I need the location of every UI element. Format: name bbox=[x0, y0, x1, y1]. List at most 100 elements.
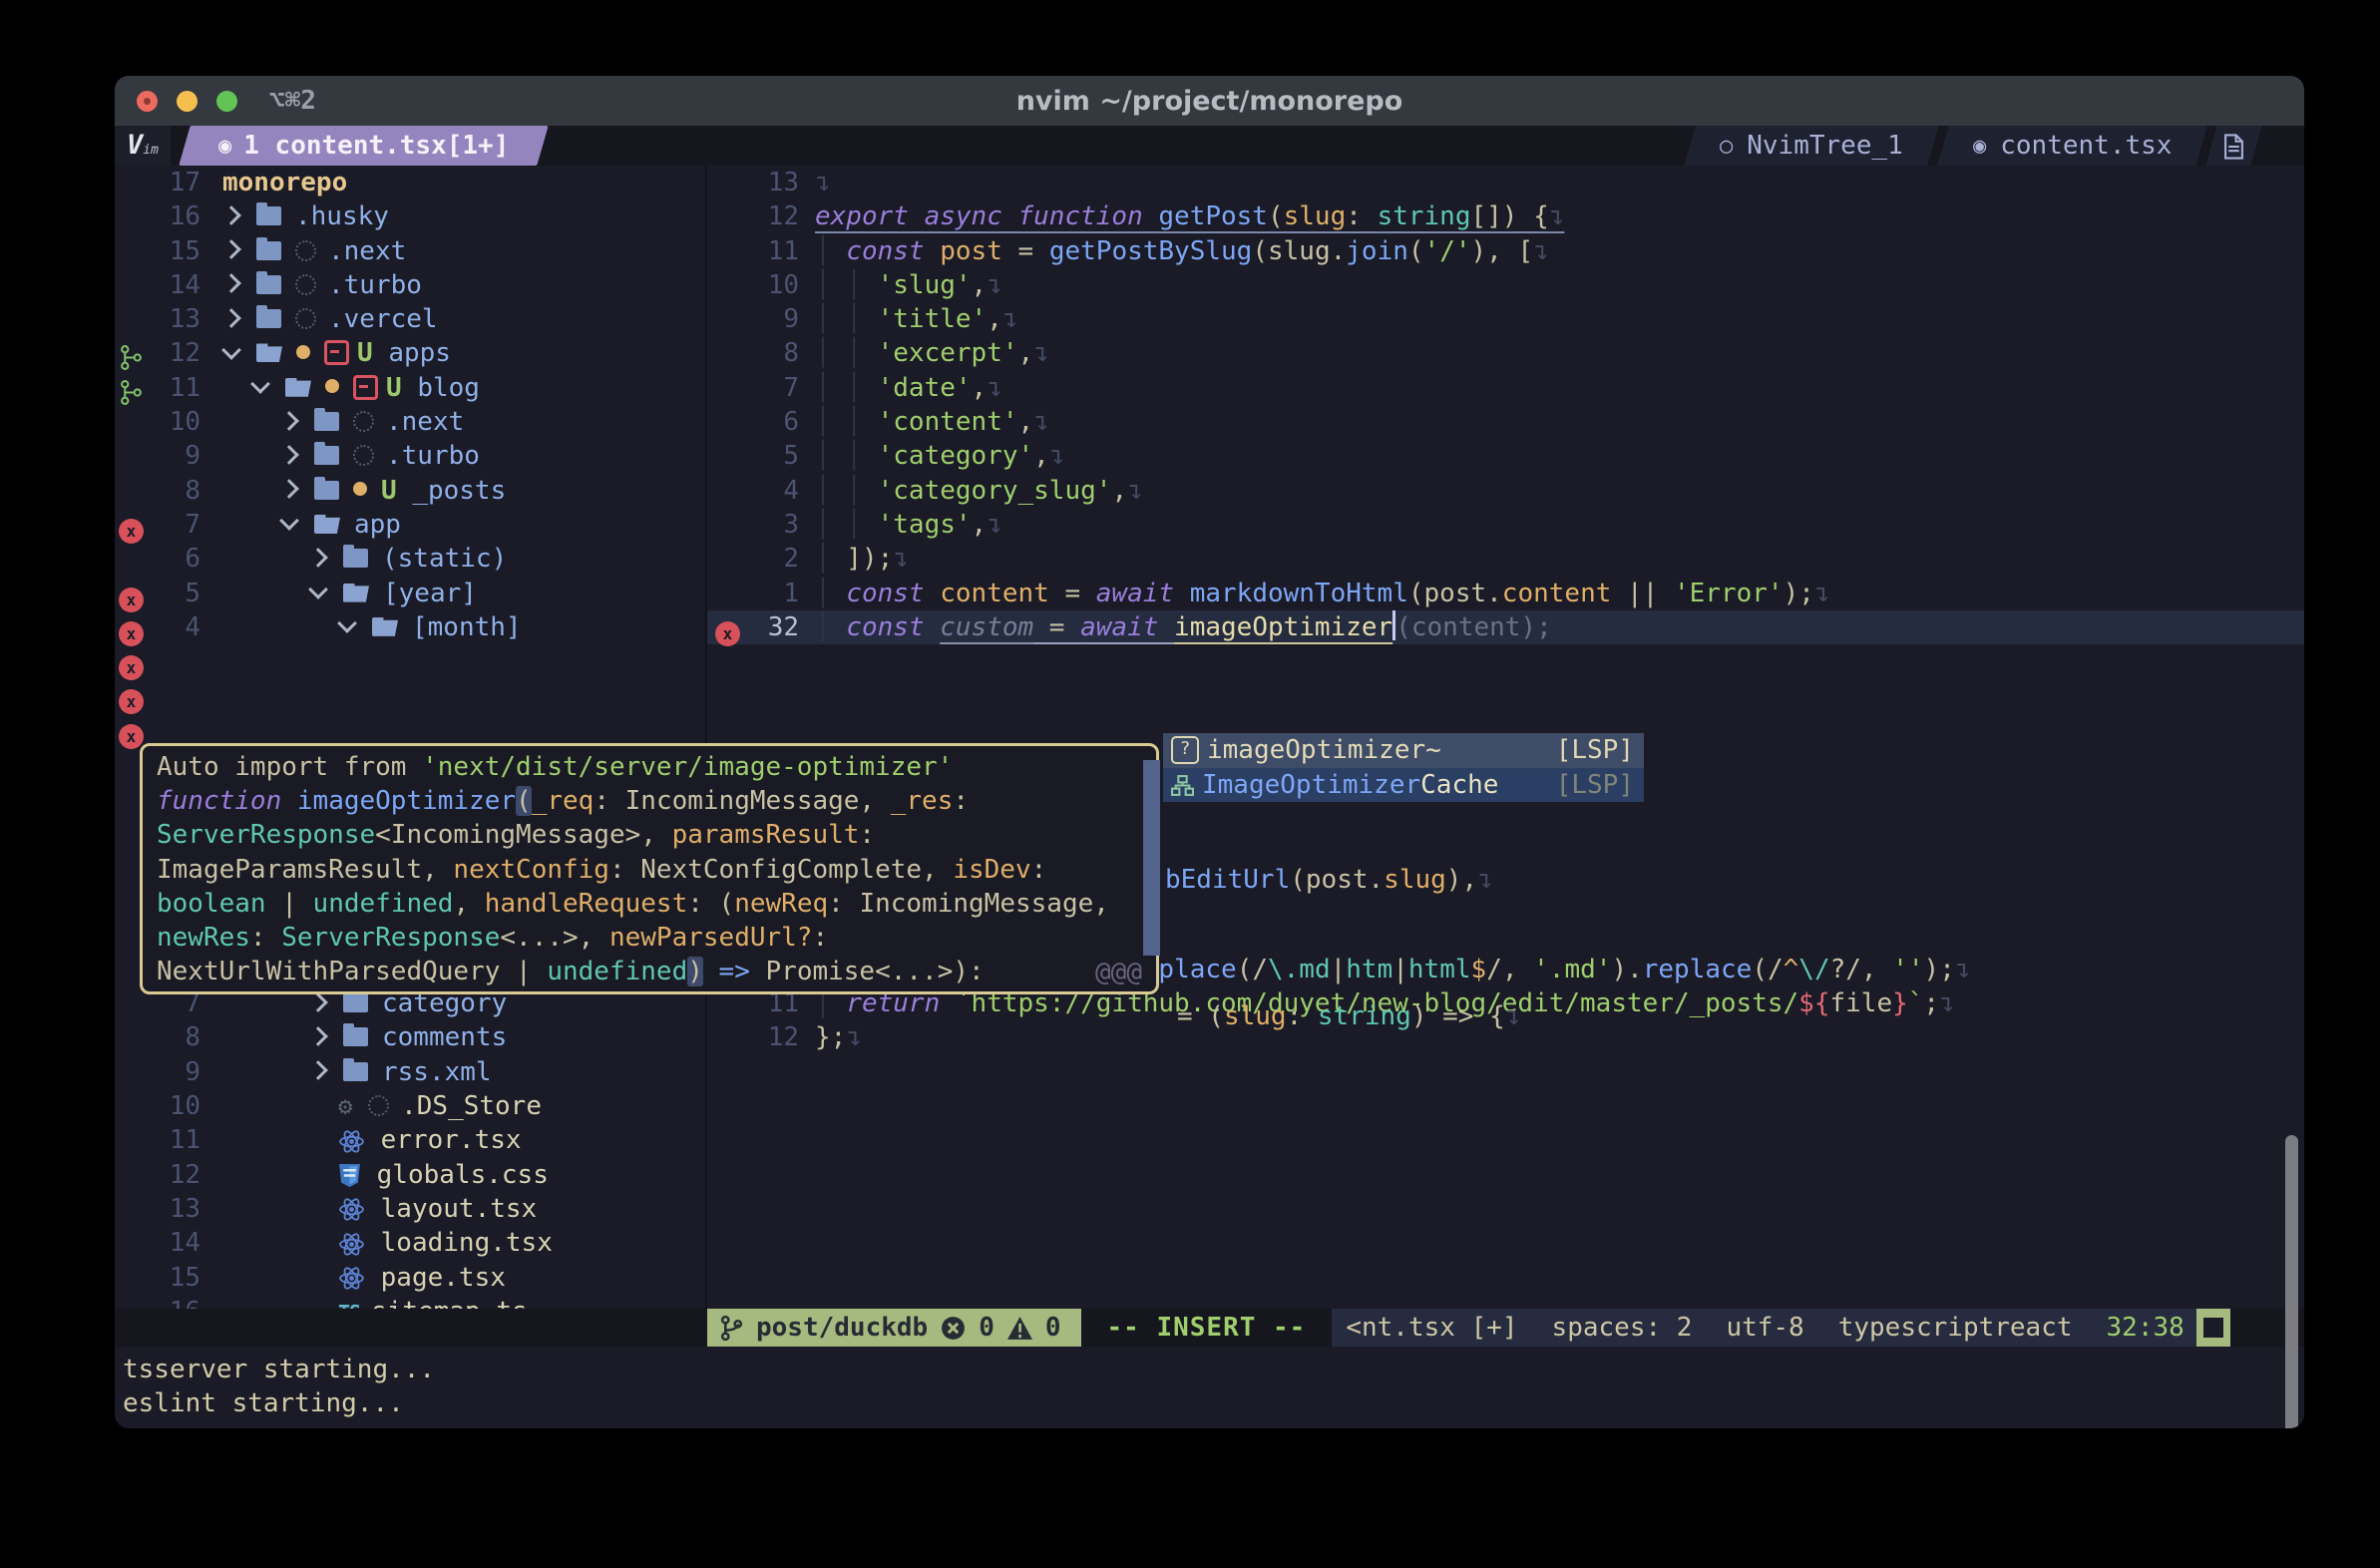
lsp-message: tsserver starting... bbox=[123, 1353, 435, 1386]
tree-row[interactable]: x7app bbox=[115, 508, 705, 542]
code-line[interactable]: 9│ │ 'title',↴ bbox=[707, 302, 2304, 336]
token: post bbox=[1424, 579, 1487, 608]
class-kind-icon bbox=[1171, 770, 1194, 800]
token: 'tags' bbox=[878, 510, 972, 540]
gitbox-icon bbox=[324, 340, 349, 365]
token: string bbox=[1378, 201, 1471, 231]
token: ?/, bbox=[1830, 955, 1893, 984]
code-line[interactable]: 2│ ]);↴ bbox=[707, 542, 2304, 576]
token: ; bbox=[1923, 988, 1939, 1018]
vim-logo-icon: Vim bbox=[115, 126, 171, 166]
tree-row[interactable]: 12U apps bbox=[115, 336, 705, 370]
tree-row[interactable]: 10⚙ .DS_Store bbox=[115, 1089, 705, 1123]
tree-row[interactable]: 13.vercel bbox=[115, 302, 705, 336]
tree-row: x bbox=[115, 644, 705, 678]
line-number: 8 bbox=[707, 336, 799, 370]
tree-row[interactable]: 8comments bbox=[115, 1020, 705, 1054]
code-line[interactable]: 8│ │ 'excerpt',↴ bbox=[707, 336, 2304, 370]
code-line[interactable]: 3│ │ 'tags',↴ bbox=[707, 508, 2304, 542]
token: .next bbox=[328, 236, 406, 266]
tree-row[interactable]: x5[year] bbox=[115, 577, 705, 610]
tree-row[interactable]: 15 page.tsx bbox=[115, 1261, 705, 1295]
token: 'title' bbox=[878, 304, 988, 334]
tab-content-tsx[interactable]: ◉1 content.tsx[1+] bbox=[179, 126, 549, 166]
code-line[interactable]: 1│ const content = await markdownToHtml(… bbox=[707, 577, 2304, 610]
mode-indicator: -- INSERT -- bbox=[1081, 1309, 1333, 1347]
token: markdownToHtml bbox=[1190, 579, 1408, 608]
token: (static) bbox=[382, 544, 507, 574]
doc-line: boolean | undefined, handleRequest: (new… bbox=[157, 887, 1142, 921]
token: post bbox=[1306, 865, 1369, 895]
code-line[interactable]: 10│ │ 'slug',↴ bbox=[707, 268, 2304, 302]
buffer-list-button[interactable] bbox=[2205, 126, 2261, 166]
chevr-icon bbox=[279, 479, 299, 499]
code-line bbox=[707, 644, 2304, 678]
token: ) bbox=[687, 957, 703, 986]
token: slug bbox=[1268, 236, 1331, 266]
dotc-icon bbox=[353, 445, 374, 466]
token: 'category_slug' bbox=[878, 476, 1112, 506]
token: [year] bbox=[383, 579, 477, 608]
token: ↴ bbox=[1549, 201, 1565, 231]
css-icon bbox=[338, 1158, 361, 1192]
token: const bbox=[846, 236, 940, 266]
token: error.tsx bbox=[381, 1125, 522, 1155]
token: : bbox=[953, 786, 969, 816]
terminal-scrollbar[interactable] bbox=[2285, 1135, 2298, 1428]
tree-row[interactable]: 17monorepo bbox=[115, 166, 705, 199]
tree-row[interactable]: x4[month] bbox=[115, 610, 705, 644]
tree-row[interactable]: 6(static) bbox=[115, 542, 705, 576]
line-number: 12 bbox=[115, 1158, 200, 1192]
token: 'date' bbox=[878, 373, 972, 403]
circle-filled-icon: ◉ bbox=[1973, 134, 1986, 159]
lsp-message: eslint starting... bbox=[123, 1386, 435, 1420]
tree-row[interactable]: 15.next bbox=[115, 234, 705, 268]
tree-row[interactable]: 16.husky bbox=[115, 199, 705, 233]
completion-item[interactable]: ImageOptimizerCache [LSP] bbox=[1163, 768, 1644, 803]
token: undefined bbox=[547, 957, 687, 986]
code-line[interactable]: 11│ const post = getPostBySlug(slug.join… bbox=[707, 234, 2304, 268]
tree-row[interactable]: 11U blog bbox=[115, 371, 705, 405]
token: , bbox=[1033, 441, 1049, 471]
tab-content-right[interactable]: ◉content.tsx bbox=[1937, 126, 2207, 166]
tree-row[interactable]: 8U _posts bbox=[115, 474, 705, 508]
token: /, bbox=[1486, 955, 1533, 984]
token: newReq bbox=[734, 889, 828, 919]
tree-row[interactable]: 13 layout.tsx bbox=[115, 1192, 705, 1226]
tab-nvimtree[interactable]: ○NvimTree_1 bbox=[1684, 126, 1938, 166]
react-icon bbox=[338, 1261, 365, 1295]
line-number: 15 bbox=[115, 1261, 200, 1295]
tree-row[interactable]: 14 loading.tsx bbox=[115, 1226, 705, 1260]
line-number: 11 bbox=[115, 1123, 200, 1157]
code-line bbox=[707, 678, 2304, 712]
token: apps bbox=[388, 338, 451, 368]
code-line[interactable]: 5│ │ 'category',↴ bbox=[707, 439, 2304, 473]
code-line[interactable]: 7│ │ 'date',↴ bbox=[707, 371, 2304, 405]
chevr-icon bbox=[221, 239, 241, 259]
tree-row[interactable]: 9rss.xml bbox=[115, 1055, 705, 1089]
code-line[interactable]: 6│ │ 'content',↴ bbox=[707, 405, 2304, 439]
code-line[interactable]: 12export async function getPost(slug: st… bbox=[707, 199, 2304, 233]
code-line[interactable]: 13↴ bbox=[707, 166, 2304, 199]
tree-row[interactable]: 14.turbo bbox=[115, 268, 705, 302]
line-number: 9 bbox=[115, 439, 200, 473]
token: NextUrlWithParsedQuery | bbox=[157, 957, 547, 986]
indent-setting: spaces: 2 bbox=[1552, 1313, 1693, 1343]
token: , bbox=[972, 373, 988, 403]
tree-row[interactable]: 12 globals.css bbox=[115, 1158, 705, 1192]
token: join bbox=[1346, 236, 1408, 266]
doc-float-scrollbar[interactable] bbox=[1143, 760, 1160, 956]
token: isDev bbox=[953, 855, 1030, 885]
tree-row[interactable]: 9.turbo bbox=[115, 439, 705, 473]
tree-row: x bbox=[115, 713, 705, 747]
tree-row: x bbox=[115, 678, 705, 712]
line-number: 5 bbox=[707, 439, 799, 473]
completion-item-selected[interactable]: ? imageOptimizer~ [LSP] bbox=[1163, 733, 1644, 768]
code-line[interactable]: x32│ const custom = await imageOptimizer… bbox=[707, 610, 2304, 644]
tree-row[interactable]: 11 error.tsx bbox=[115, 1123, 705, 1157]
token: │ │ bbox=[815, 510, 878, 540]
chevd-icon bbox=[221, 340, 241, 360]
code-line[interactable]: 4│ │ 'category_slug',↴ bbox=[707, 474, 2304, 508]
line-number: 12 bbox=[707, 1020, 799, 1054]
tree-row[interactable]: 10.next bbox=[115, 405, 705, 439]
